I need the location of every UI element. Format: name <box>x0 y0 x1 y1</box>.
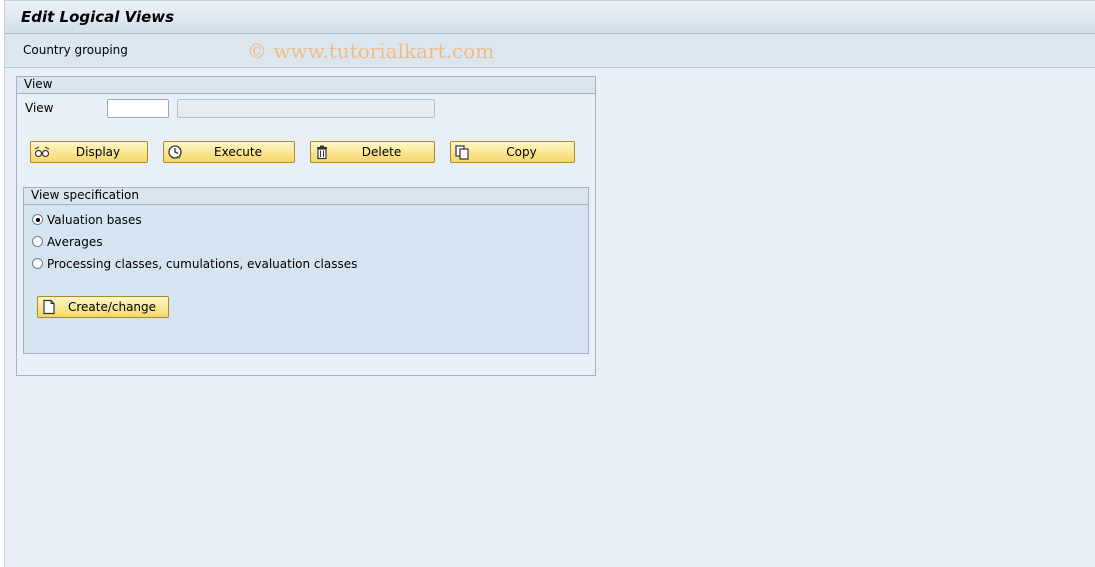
execute-button[interactable]: Execute <box>163 141 295 163</box>
delete-trash-icon <box>317 145 327 160</box>
display-button[interactable]: Display <box>30 141 148 163</box>
delete-button-label: Delete <box>361 145 402 159</box>
execute-button-label: Execute <box>214 145 262 159</box>
view-specification-title: View specification <box>24 188 588 205</box>
processing-classes-radio[interactable] <box>32 258 43 269</box>
title-bar: Edit Logical Views <box>5 0 1095 34</box>
view-specification-group: View specification Valuation bases Avera… <box>23 187 589 354</box>
copy-pages-icon <box>455 145 469 160</box>
display-glasses-icon <box>34 146 50 158</box>
execute-clock-icon <box>168 145 182 159</box>
display-button-label: Display <box>75 145 121 159</box>
copy-button[interactable]: Copy <box>450 141 575 163</box>
page-title: Edit Logical Views <box>21 8 175 26</box>
delete-button[interactable]: Delete <box>310 141 435 163</box>
create-change-button[interactable]: Create/change <box>37 296 169 318</box>
valuation-bases-radio[interactable] <box>32 214 43 225</box>
view-group: View View Display Execute Delete Copy Vi… <box>16 76 596 376</box>
application-toolbar: Country grouping © www.tutorialkart.com <box>5 34 1095 68</box>
valuation-bases-label: Valuation bases <box>47 213 142 227</box>
averages-label: Averages <box>47 235 103 249</box>
window-frame: Edit Logical Views Country grouping © ww… <box>4 0 1095 567</box>
watermark-text: © www.tutorialkart.com <box>247 39 495 63</box>
view-input[interactable] <box>107 99 169 118</box>
view-field-label: View <box>25 101 54 115</box>
new-document-icon <box>43 299 55 315</box>
averages-radio[interactable] <box>32 236 43 247</box>
processing-classes-label: Processing classes, cumulations, evaluat… <box>47 257 358 271</box>
view-group-title: View <box>17 77 595 94</box>
copy-button-label: Copy <box>506 145 537 159</box>
view-description-field <box>177 99 435 118</box>
country-grouping-menu[interactable]: Country grouping <box>23 43 128 57</box>
create-change-button-label: Create/change <box>67 300 157 314</box>
